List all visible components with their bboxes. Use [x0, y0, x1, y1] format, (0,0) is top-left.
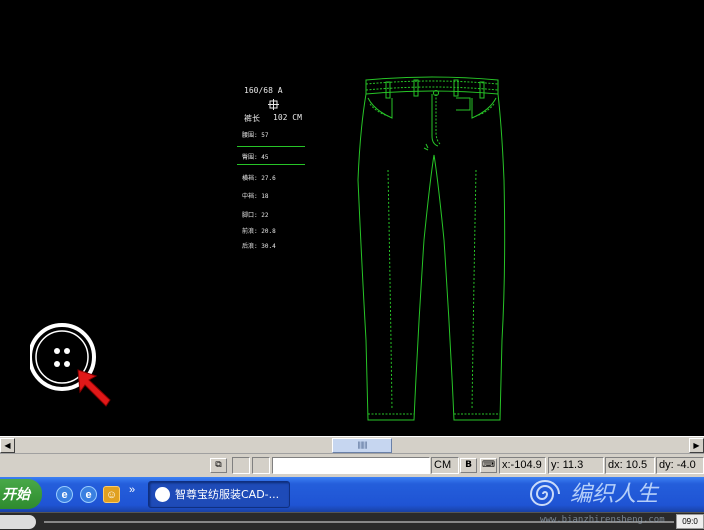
start-button[interactable]: 开始 [0, 479, 42, 509]
scroll-left-button[interactable]: ◀ [0, 438, 15, 453]
cursor-x-readout: x:-104.9 [499, 457, 546, 474]
measurement-knee: 中裆: 18 [242, 193, 269, 200]
length-label: 裤长 [244, 114, 260, 123]
unit-indicator: CM [431, 457, 459, 474]
media-player-strip: www.bianzhirensheng.com 09:0 [0, 512, 704, 530]
command-input[interactable] [272, 457, 430, 474]
status-bar: ⧉ CM B ⌨ x:-104.9 y: 11.3 dx: 10.5 dy: -… [0, 453, 704, 477]
measurement-back-rise: 后浪: 30.4 [242, 243, 276, 250]
app-icon [155, 487, 170, 502]
ie-icon[interactable]: e [80, 486, 97, 503]
scroll-thumb[interactable]: ||||||| [332, 438, 392, 453]
ie-icon[interactable]: e [56, 486, 73, 503]
watermark-url: www.bianzhirensheng.com [540, 515, 665, 525]
cursor-y-readout: y: 11.3 [548, 457, 604, 474]
quicklaunch-chevron-icon[interactable]: » [129, 484, 135, 496]
jeans-outline-drawing[interactable] [352, 70, 512, 430]
clock: 09:0 [676, 514, 704, 529]
status-cell-blank [252, 457, 270, 474]
delta-y-readout: dy: -4.0 [656, 457, 704, 474]
measurement-hem: 脚口: 22 [242, 212, 269, 219]
keyboard-icon[interactable]: ⌨ [480, 458, 497, 473]
length-value: 102 CM [273, 113, 302, 122]
status-cell-blank [232, 457, 250, 474]
measurement-front-rise: 前浪: 20.8 [242, 228, 276, 235]
swirl-logo-icon [529, 480, 560, 506]
drawing-canvas[interactable]: 160/68 A 裤长 102 CM 腰围: 57 臀围: 45 横裆: 27.… [0, 0, 704, 436]
taskbar: 开始 e e ☺ » 智尊宝纺服装CAD-... 编织人生 [0, 477, 704, 512]
horizontal-scrollbar[interactable]: ◀ ||||||| ▶ [0, 436, 704, 453]
play-button[interactable] [0, 515, 36, 529]
watermark-logo: 编织人生 [520, 477, 704, 512]
measurement-thigh: 横裆: 27.6 [242, 175, 276, 182]
scroll-right-button[interactable]: ▶ [689, 438, 704, 453]
measurement-hip: 臀围: 45 [242, 154, 269, 161]
size-label: 160/68 A [244, 86, 283, 95]
media-icon[interactable]: ☺ [103, 486, 120, 503]
layers-icon[interactable]: ⧉ [210, 458, 227, 473]
task-button-cad[interactable]: 智尊宝纺服装CAD-... [148, 481, 290, 508]
green-guide-line [237, 146, 305, 147]
bold-toggle-button[interactable]: B [460, 458, 477, 473]
crosshair-icon [268, 99, 279, 110]
task-title: 智尊宝纺服装CAD-... [175, 488, 280, 501]
delta-x-readout: dx: 10.5 [605, 457, 655, 474]
green-guide-line [237, 164, 305, 165]
sewing-button-icon[interactable] [30, 320, 112, 408]
measurement-waist: 腰围: 57 [242, 132, 269, 139]
